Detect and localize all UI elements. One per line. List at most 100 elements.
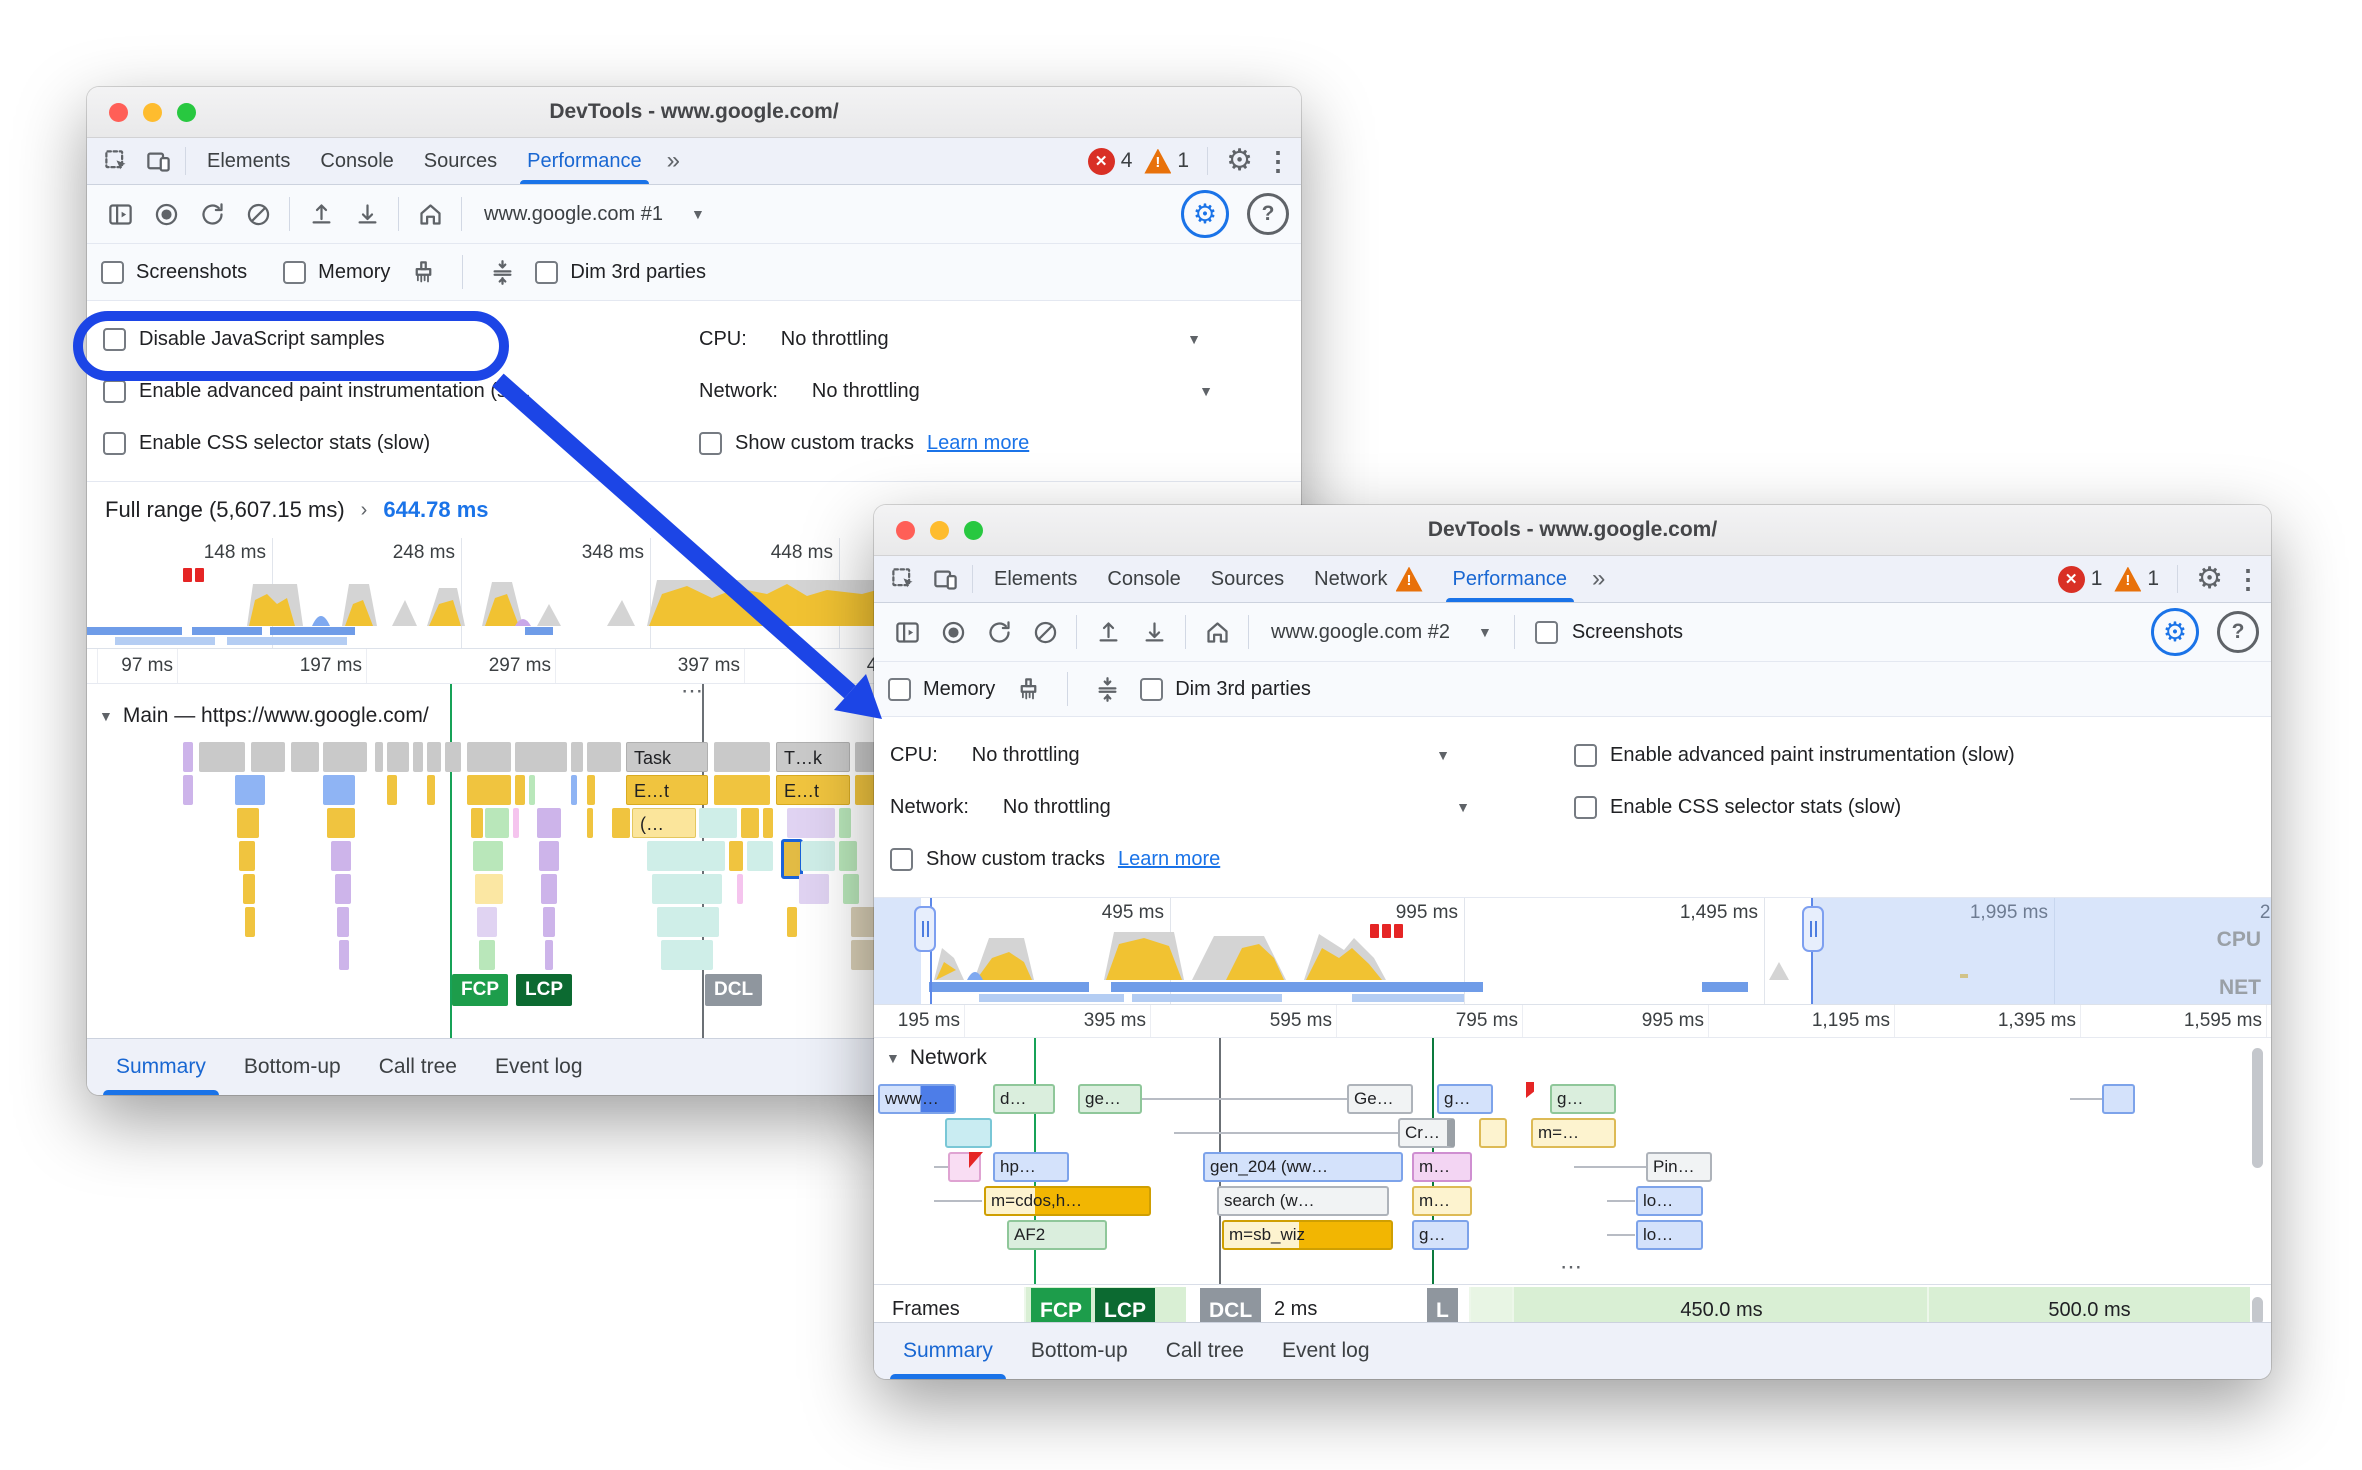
- inspect-element-icon[interactable]: [882, 556, 924, 602]
- advanced-paint-checkbox[interactable]: [103, 380, 126, 403]
- main-track-header[interactable]: ▼ Main — https://www.google.com/: [99, 704, 429, 728]
- network-request[interactable]: hp…: [993, 1152, 1069, 1182]
- flame-event-task[interactable]: T…k: [776, 742, 850, 772]
- tab-summary[interactable]: Summary: [884, 1323, 1012, 1379]
- flame-event-anonymous[interactable]: (…: [632, 808, 696, 838]
- memory-checkbox[interactable]: [888, 678, 911, 701]
- tab-sources[interactable]: Sources: [1196, 556, 1299, 602]
- flame-event-evaluate-script[interactable]: E…t: [626, 775, 708, 805]
- custom-tracks-checkbox[interactable]: [890, 848, 913, 871]
- learn-more-link[interactable]: Learn more: [1118, 848, 1220, 871]
- help-icon[interactable]: ?: [2217, 611, 2259, 653]
- target-selector[interactable]: www.google.com #1 ▼: [472, 203, 717, 226]
- tab-console[interactable]: Console: [305, 138, 408, 184]
- vertical-scrollbar[interactable]: [2252, 1297, 2263, 1325]
- record-and-reload-button[interactable]: [978, 611, 1020, 653]
- network-request[interactable]: ge…: [1078, 1084, 1142, 1114]
- record-button[interactable]: [932, 611, 974, 653]
- record-button[interactable]: [145, 193, 187, 235]
- warning-badge[interactable]: ! 1: [2114, 567, 2159, 592]
- network-request[interactable]: g…: [1412, 1220, 1469, 1250]
- more-tabs-icon[interactable]: »: [1582, 556, 1615, 602]
- network-request[interactable]: m=sb_wiz: [1222, 1220, 1393, 1250]
- minimize-window-button[interactable]: [143, 103, 162, 122]
- network-request[interactable]: Pin…: [1646, 1152, 1712, 1182]
- selected-flame-event[interactable]: [781, 839, 803, 879]
- timeline-minimap[interactable]: 495 ms 995 ms 1,495 ms 1,995 ms 2,495 ms: [874, 898, 2271, 1005]
- selection-handle-right[interactable]: [1802, 906, 1824, 952]
- network-request[interactable]: Ge…: [1347, 1084, 1413, 1114]
- performance-settings-gear-icon[interactable]: ⚙: [1181, 190, 1229, 238]
- settings-gear-icon[interactable]: ⚙: [1226, 146, 1253, 176]
- clear-recording-button[interactable]: [1024, 611, 1066, 653]
- network-request[interactable]: search (w…: [1217, 1186, 1389, 1216]
- gc-brush-icon[interactable]: [1007, 668, 1049, 710]
- zoom-window-button[interactable]: [177, 103, 196, 122]
- tab-elements[interactable]: Elements: [979, 556, 1092, 602]
- performance-settings-gear-icon[interactable]: ⚙: [2151, 608, 2199, 656]
- inspect-element-icon[interactable]: [95, 138, 137, 184]
- upload-profile-icon[interactable]: [300, 193, 342, 235]
- full-range-crumb[interactable]: Full range (5,607.15 ms): [105, 497, 345, 523]
- network-request[interactable]: gen_204 (ww…: [1203, 1152, 1403, 1182]
- fcp-marker-chip[interactable]: FCP: [452, 974, 508, 1006]
- selection-handle-left[interactable]: [914, 906, 936, 952]
- network-request[interactable]: [1479, 1118, 1507, 1148]
- minimize-window-button[interactable]: [930, 521, 949, 540]
- disclosure-triangle-icon[interactable]: ▼: [886, 1050, 900, 1066]
- kebab-menu-icon[interactable]: ⋮: [2235, 564, 2261, 595]
- close-window-button[interactable]: [109, 103, 128, 122]
- tab-call-tree[interactable]: Call tree: [360, 1039, 476, 1095]
- tab-performance[interactable]: Performance: [1438, 556, 1583, 602]
- overflow-dots[interactable]: ⋯: [1560, 1254, 1584, 1280]
- network-request[interactable]: m…: [1412, 1186, 1472, 1216]
- home-icon[interactable]: [1196, 611, 1238, 653]
- tab-bottom-up[interactable]: Bottom-up: [1012, 1323, 1147, 1379]
- custom-tracks-checkbox[interactable]: [699, 432, 722, 455]
- network-throttling-select[interactable]: No throttling: [1003, 796, 1111, 819]
- flame-event-evaluate-script[interactable]: E…t: [776, 775, 850, 805]
- css-selector-stats-checkbox[interactable]: [103, 432, 126, 455]
- network-request[interactable]: m=cdos,h…: [984, 1186, 1151, 1216]
- cpu-throttling-select[interactable]: No throttling: [781, 328, 889, 351]
- collapse-icon[interactable]: [1086, 668, 1128, 710]
- network-request[interactable]: lo…: [1636, 1220, 1703, 1250]
- network-request[interactable]: g…: [1437, 1084, 1493, 1114]
- zoom-window-button[interactable]: [964, 521, 983, 540]
- tab-call-tree[interactable]: Call tree: [1147, 1323, 1263, 1379]
- close-window-button[interactable]: [896, 521, 915, 540]
- settings-gear-icon[interactable]: ⚙: [2196, 564, 2223, 594]
- toggle-sidebar-icon[interactable]: [99, 193, 141, 235]
- memory-checkbox[interactable]: [283, 261, 306, 284]
- network-request[interactable]: m=…: [1531, 1118, 1616, 1148]
- screenshots-checkbox[interactable]: [1535, 621, 1558, 644]
- error-badge[interactable]: ✕ 1: [2058, 566, 2103, 593]
- dcl-marker-chip[interactable]: DCL: [705, 974, 762, 1006]
- learn-more-link[interactable]: Learn more: [927, 432, 1029, 455]
- tab-event-log[interactable]: Event log: [1263, 1323, 1389, 1379]
- kebab-menu-icon[interactable]: ⋮: [1265, 146, 1291, 177]
- css-selector-stats-checkbox[interactable]: [1574, 796, 1597, 819]
- flame-event-task[interactable]: Task: [626, 742, 708, 772]
- home-icon[interactable]: [409, 193, 451, 235]
- download-profile-icon[interactable]: [1133, 611, 1175, 653]
- help-icon[interactable]: ?: [1247, 193, 1289, 235]
- device-toolbar-icon[interactable]: [924, 556, 966, 602]
- clear-recording-button[interactable]: [237, 193, 279, 235]
- tab-network[interactable]: Network !: [1299, 556, 1437, 602]
- network-request[interactable]: Cr…: [1398, 1118, 1455, 1148]
- network-request[interactable]: m…: [1412, 1152, 1472, 1182]
- tab-summary[interactable]: Summary: [97, 1039, 225, 1095]
- tab-elements[interactable]: Elements: [192, 138, 305, 184]
- more-tabs-icon[interactable]: »: [657, 138, 690, 184]
- target-selector[interactable]: www.google.com #2 ▼: [1259, 621, 1504, 644]
- cpu-throttling-select[interactable]: No throttling: [972, 744, 1080, 767]
- advanced-paint-checkbox[interactable]: [1574, 744, 1597, 767]
- toggle-sidebar-icon[interactable]: [886, 611, 928, 653]
- tab-performance[interactable]: Performance: [512, 138, 657, 184]
- network-request[interactable]: d…: [993, 1084, 1055, 1114]
- tab-event-log[interactable]: Event log: [476, 1039, 602, 1095]
- dim-3rd-parties-checkbox[interactable]: [1140, 678, 1163, 701]
- tab-sources[interactable]: Sources: [409, 138, 512, 184]
- tab-console[interactable]: Console: [1092, 556, 1195, 602]
